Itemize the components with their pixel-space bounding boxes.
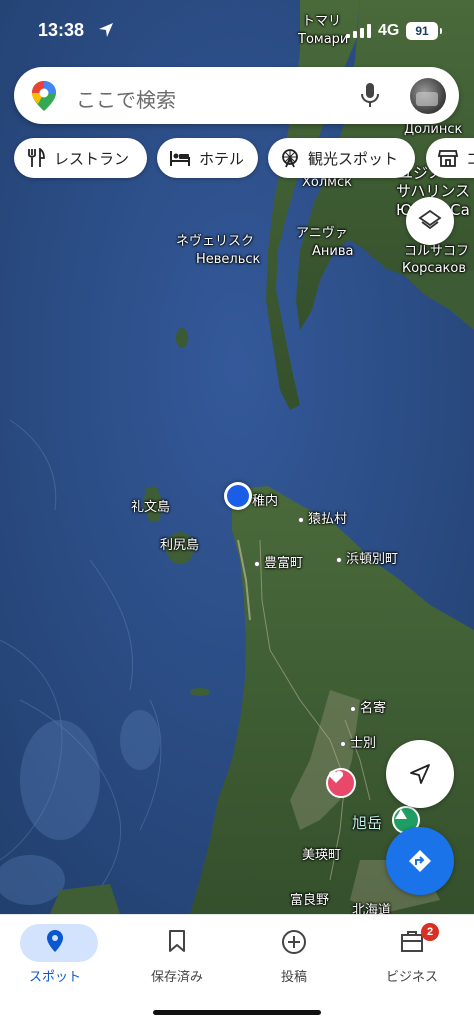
chip-attractions[interactable]: 観光スポット — [268, 138, 415, 178]
directions-icon — [409, 850, 431, 872]
place-toyotomi-row: 豊富町 — [254, 556, 303, 571]
nav-contribute[interactable]: 投稿 — [239, 921, 349, 991]
place-rebun[interactable]: 礼文島 — [131, 500, 170, 515]
layers-icon — [418, 209, 442, 230]
battery-indicator: 91 — [406, 22, 442, 40]
maps-screen: トマリ Томари Долинск Холмск サハリンス ユジノ Южно… — [0, 0, 474, 1024]
status-time: 13:38 — [38, 20, 85, 40]
place-nayoro-row: 名寄 — [350, 701, 386, 716]
notification-badge: 2 — [421, 923, 439, 941]
place-sarufutsu-row: 猿払村 — [298, 512, 347, 527]
location-services-icon — [99, 23, 113, 37]
saved-heart-pin[interactable] — [326, 768, 356, 798]
town-dot — [350, 705, 356, 712]
nav-saved[interactable]: 保存済み — [122, 921, 232, 991]
shop-icon — [438, 150, 458, 167]
cell-signal-icon — [346, 24, 371, 38]
nav-business[interactable]: 2 ビジネス — [357, 921, 467, 991]
town-dot — [340, 740, 346, 747]
nav-label: 投稿 — [280, 970, 307, 985]
place-aniva-ru[interactable]: Анива — [312, 244, 353, 259]
nav-explore[interactable]: スポット — [0, 921, 110, 991]
location-pin-icon — [47, 930, 63, 952]
maps-logo-icon — [32, 81, 56, 111]
place-nevelsk-jp[interactable]: ネヴェリスク — [176, 234, 254, 249]
fork-knife-icon — [28, 148, 45, 167]
place-wakkanai[interactable]: 稚内 — [252, 494, 278, 509]
place-sarufutsu[interactable]: 猿払村 — [308, 512, 347, 527]
place-dolinsk-ru[interactable]: Долинск — [404, 122, 462, 137]
place-toyotomi[interactable]: 豊富町 — [264, 556, 303, 571]
avatar[interactable] — [410, 78, 446, 114]
directions-button[interactable] — [386, 827, 454, 895]
chip-label: レストラン — [54, 149, 130, 168]
network-type: 4G — [378, 22, 400, 39]
current-location-dot[interactable] — [224, 482, 252, 510]
nav-label: スポット — [28, 970, 81, 985]
place-korsakov-ru[interactable]: Корсаков — [402, 261, 466, 276]
chip-hotel[interactable]: ホテル — [157, 138, 258, 178]
status-bar: 13:38 4G 91 — [0, 0, 474, 60]
add-circle-icon — [282, 930, 306, 954]
search-bar[interactable]: ここで検索 — [14, 67, 459, 124]
heart-icon — [328, 770, 344, 783]
ferris-wheel-icon — [282, 149, 298, 168]
chip-shopping[interactable]: コ — [426, 138, 474, 178]
navigation-arrow-icon — [410, 764, 430, 784]
chip-restaurant[interactable]: レストラン — [14, 138, 147, 178]
place-hokkaido[interactable]: 北海道 — [352, 903, 391, 914]
chip-label: コ — [466, 149, 474, 168]
place-nevelsk-ru[interactable]: Невельск — [196, 252, 260, 267]
place-shibetsu-row: 士別 — [340, 736, 376, 751]
layers-button[interactable] — [406, 197, 454, 245]
place-hamatonbetsu-row: 浜頓別町 — [336, 552, 398, 567]
mountain-icon — [395, 809, 407, 819]
chip-label: 観光スポット — [308, 149, 399, 168]
place-nayoro[interactable]: 名寄 — [360, 701, 386, 716]
home-indicator[interactable] — [153, 1010, 321, 1015]
place-hamatonbetsu[interactable]: 浜頓別町 — [346, 552, 398, 567]
place-asahidake[interactable]: 旭岳 — [352, 816, 382, 831]
town-dot — [336, 556, 342, 563]
search-input[interactable]: ここで検索 — [76, 84, 176, 113]
nav-label: 保存済み — [150, 970, 203, 985]
mic-icon[interactable] — [360, 82, 380, 108]
place-shibetsu[interactable]: 士別 — [350, 736, 376, 751]
place-korsakov-jp[interactable]: コルサコフ — [404, 244, 469, 259]
category-chips: レストラン ホテル 観光スポット コ — [14, 138, 474, 178]
place-aniva-jp[interactable]: アニヴァ — [296, 226, 348, 241]
bed-icon — [170, 151, 190, 166]
place-biei[interactable]: 美瑛町 — [302, 848, 341, 863]
bottom-navigation: スポット 保存済み 投稿 2 ビジネス — [0, 914, 474, 1024]
town-dot — [254, 560, 260, 567]
place-furano[interactable]: 富良野 — [290, 893, 329, 908]
chip-label: ホテル — [199, 149, 245, 168]
place-rishiri[interactable]: 利尻島 — [160, 538, 199, 553]
town-dot — [298, 516, 304, 523]
bookmark-icon — [169, 930, 185, 952]
my-location-button[interactable] — [386, 740, 454, 808]
nav-label: ビジネス — [385, 970, 438, 985]
